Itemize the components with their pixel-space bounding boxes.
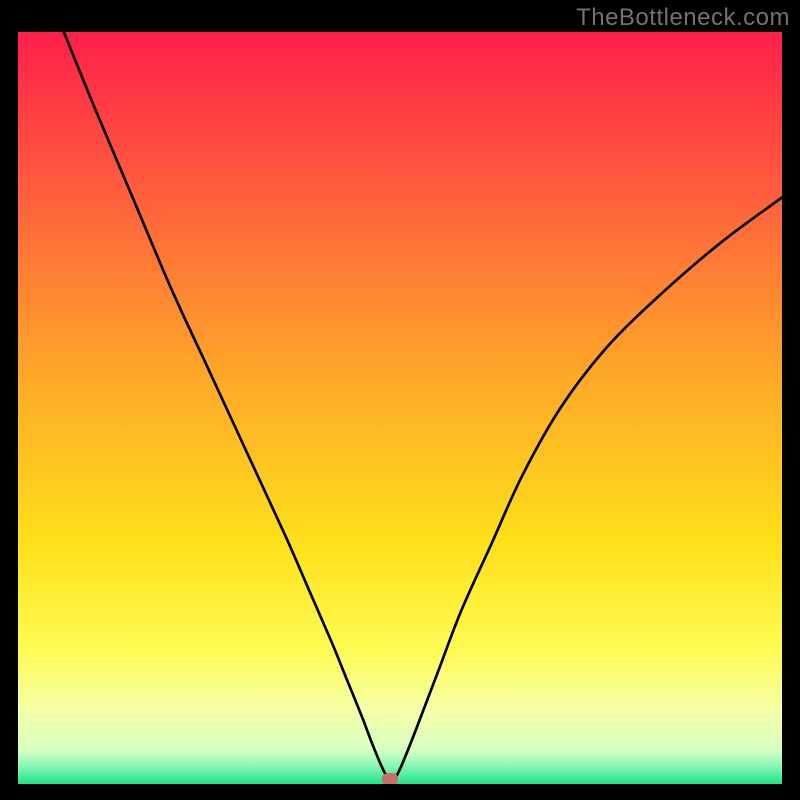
bottleneck-curve bbox=[18, 32, 782, 784]
watermark-text: TheBottleneck.com bbox=[576, 4, 790, 32]
plot-area bbox=[18, 32, 782, 784]
chart-frame: TheBottleneck.com bbox=[0, 0, 800, 800]
optimum-marker bbox=[382, 773, 398, 784]
